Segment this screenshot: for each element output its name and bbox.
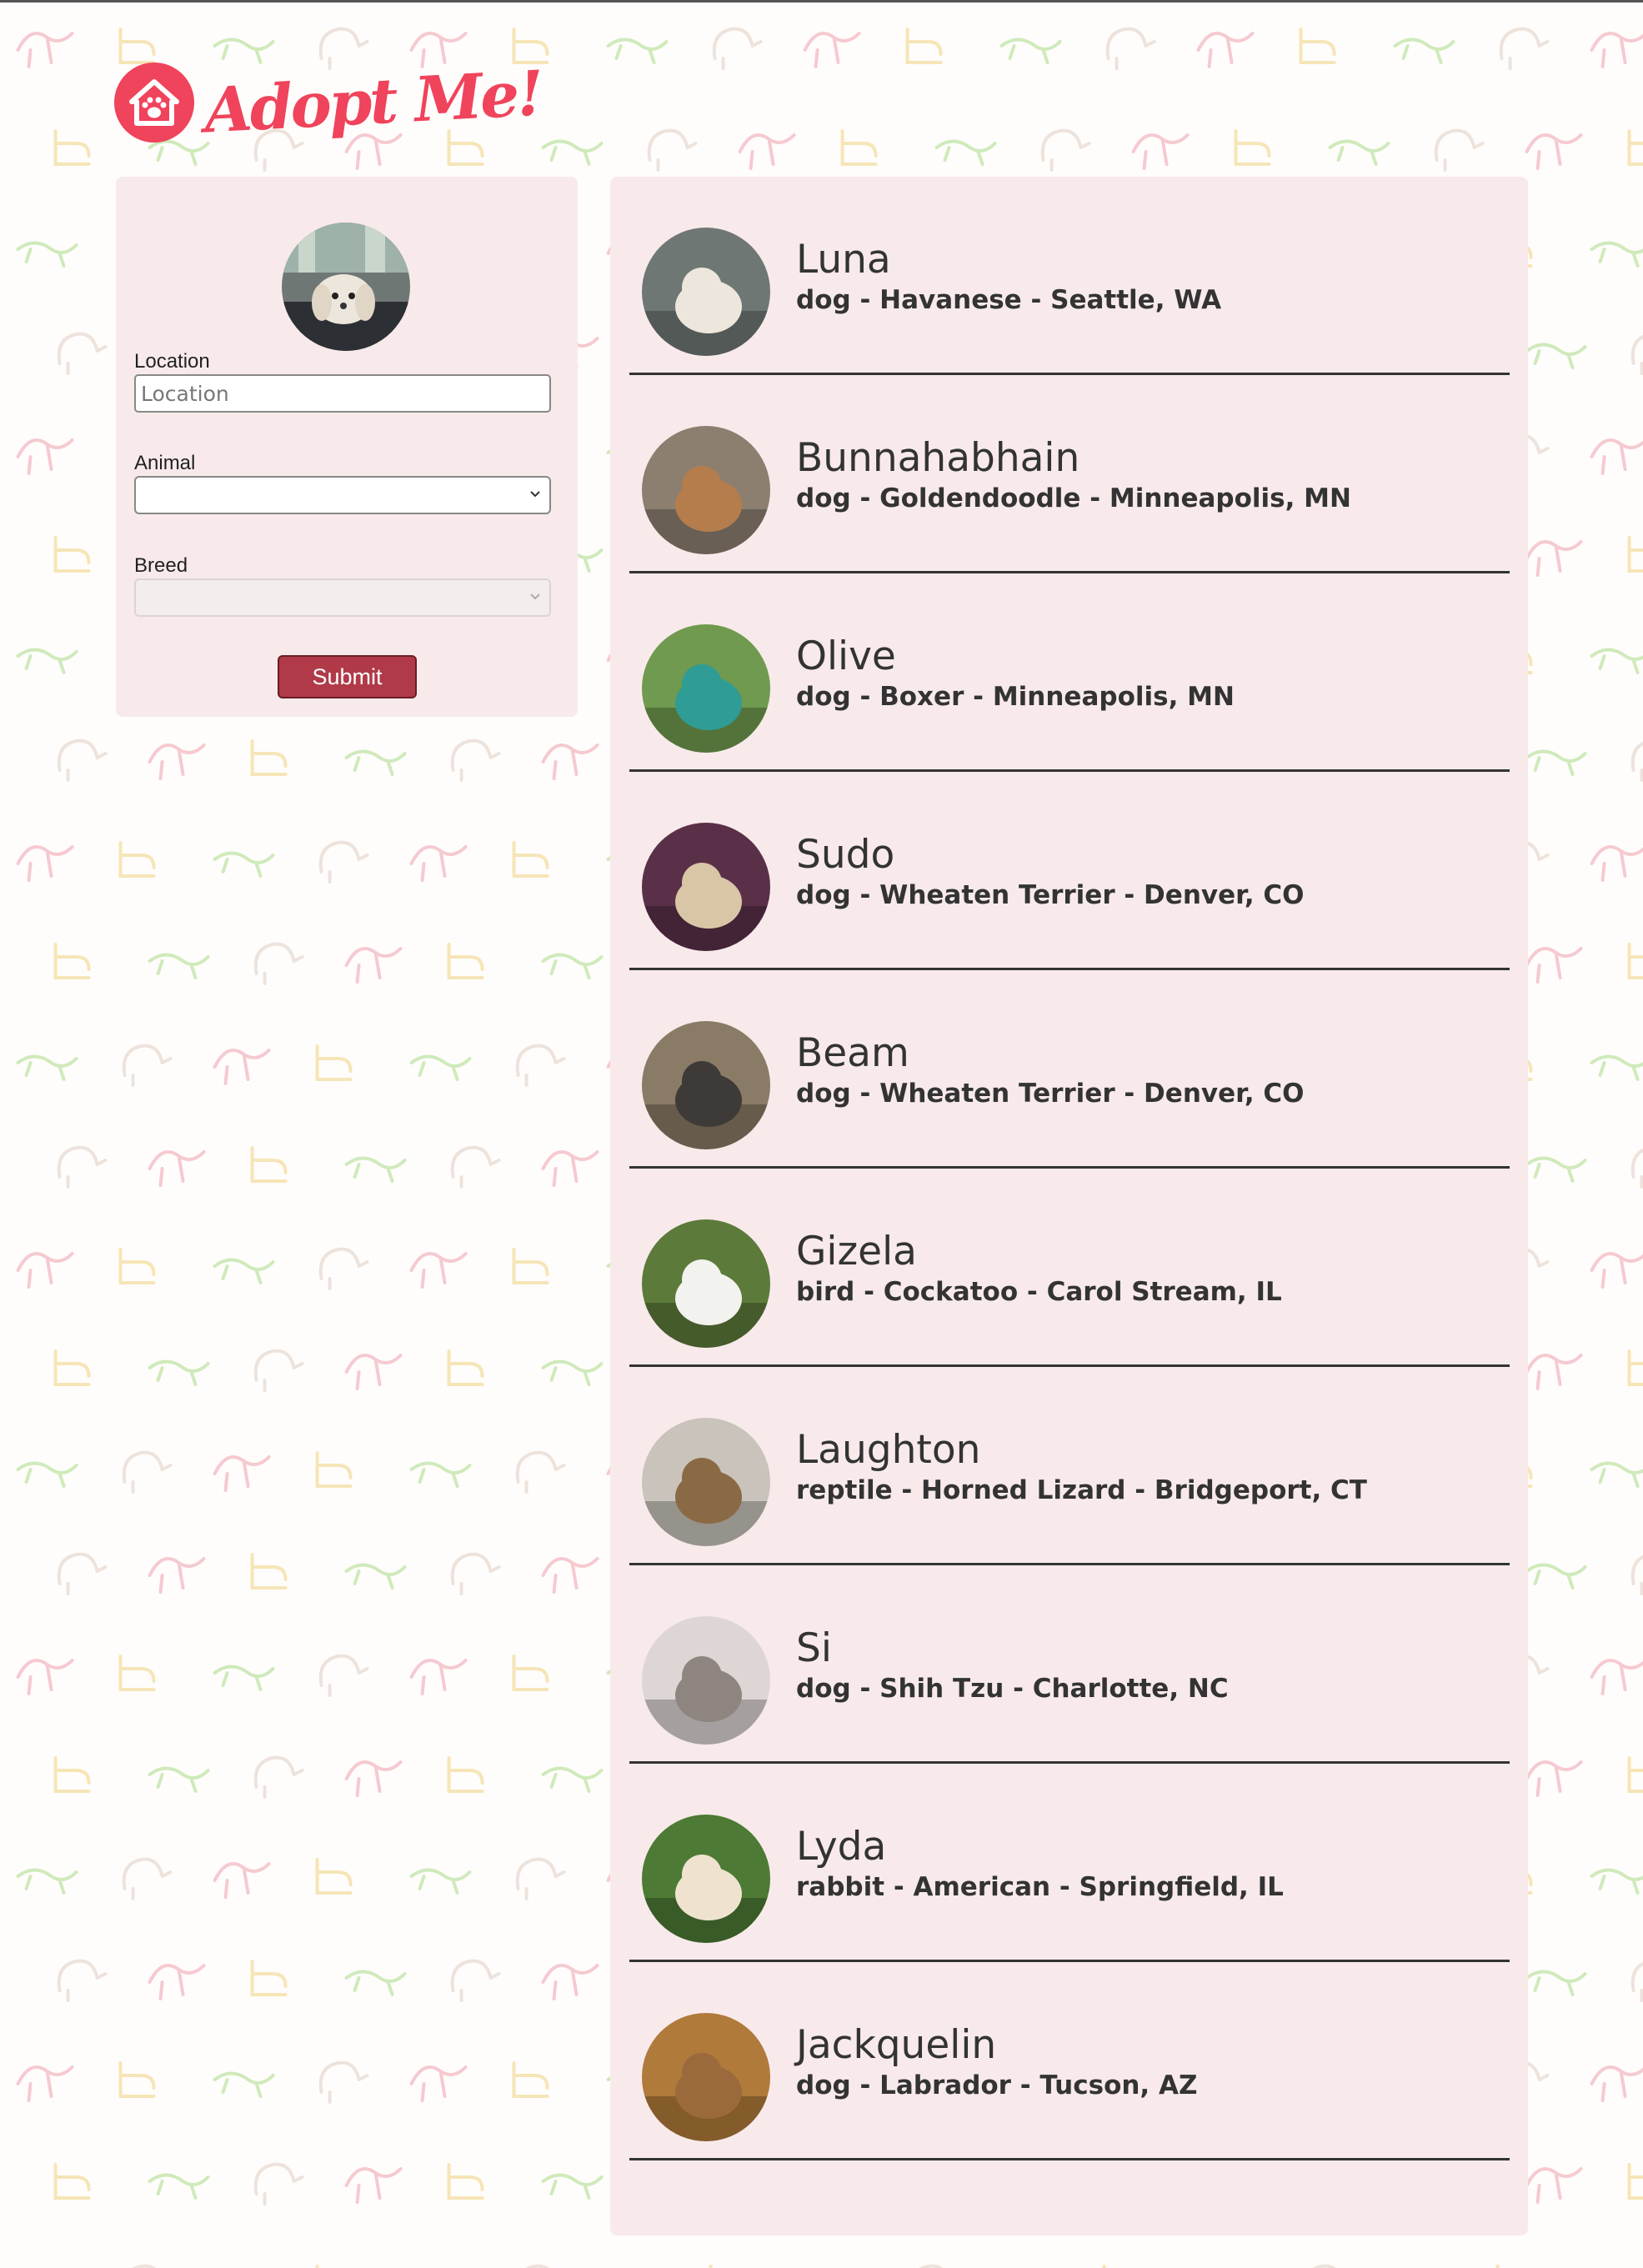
pet-description: rabbit - American - Springfield, IL — [796, 1872, 1284, 1902]
breed-select[interactable] — [134, 578, 551, 617]
pet-photo — [642, 823, 770, 951]
pet-card[interactable]: Si dog - Shih Tzu - Charlotte, NC — [629, 1565, 1510, 1764]
pet-name: Sudo — [796, 832, 895, 878]
chevron-down-icon — [530, 491, 540, 498]
pet-card[interactable]: Beam dog - Wheaten Terrier - Denver, CO — [629, 970, 1510, 1169]
pet-description: dog - Boxer - Minneapolis, MN — [796, 682, 1235, 712]
pet-description: bird - Cockatoo - Carol Stream, IL — [796, 1277, 1282, 1307]
pet-card[interactable]: Laughton reptile - Horned Lizard - Bridge… — [629, 1367, 1510, 1565]
pet-name: Jackquelin — [796, 2022, 997, 2068]
pet-card[interactable]: Bunnahabhain dog - Goldendoodle - Minneap… — [629, 375, 1510, 573]
submit-button[interactable]: Submit — [278, 655, 417, 698]
pet-photo — [642, 426, 770, 554]
pet-card[interactable]: Luna dog - Havanese - Seattle, WA — [629, 177, 1510, 375]
pet-description: dog - Labrador - Tucson, AZ — [796, 2070, 1198, 2100]
pet-results-list: Luna dog - Havanese - Seattle, WA Bunnahab… — [610, 177, 1528, 2235]
location-input[interactable] — [134, 374, 551, 413]
pet-description: dog - Goldendoodle - Minneapolis, MN — [796, 483, 1351, 513]
pet-description: dog - Wheaten Terrier - Denver, CO — [796, 1079, 1305, 1109]
pet-description: dog - Shih Tzu - Charlotte, NC — [796, 1674, 1229, 1704]
pet-name: Laughton — [796, 1427, 981, 1473]
animal-select[interactable] — [134, 476, 551, 514]
pet-photo — [642, 624, 770, 753]
pet-name: Si — [796, 1625, 832, 1671]
chevron-down-icon — [530, 593, 540, 600]
pet-photo — [642, 1418, 770, 1546]
pet-card[interactable]: Gizela bird - Cockatoo - Carol Stream, IL — [629, 1169, 1510, 1367]
pet-name: Luna — [796, 237, 891, 283]
animal-label: Animal — [134, 452, 196, 474]
pet-photo — [642, 1021, 770, 1149]
pet-name: Beam — [796, 1030, 909, 1076]
pet-description: dog - Wheaten Terrier - Denver, CO — [796, 880, 1305, 910]
pet-card[interactable]: Lyda rabbit - American - Springfield, IL — [629, 1764, 1510, 1962]
search-avatar-photo — [282, 223, 410, 351]
pet-card[interactable]: Olive dog - Boxer - Minneapolis, MN — [629, 573, 1510, 772]
pet-description: dog - Havanese - Seattle, WA — [796, 285, 1222, 315]
pet-card[interactable]: Jackquelin dog - Labrador - Tucson, AZ — [629, 1962, 1510, 2160]
pet-name: Olive — [796, 633, 896, 679]
pet-name: Lyda — [796, 1824, 887, 1870]
pet-name: Bunnahabhain — [796, 435, 1080, 481]
site-header: Adopt Me! — [114, 48, 543, 157]
breed-label: Breed — [134, 554, 188, 577]
search-form: Location Animal Breed Submit — [116, 177, 578, 717]
pet-photo — [642, 1815, 770, 1943]
pet-photo — [642, 2013, 770, 2141]
site-title: Adopt Me! — [203, 58, 543, 148]
pet-photo — [642, 1616, 770, 1745]
logo-link[interactable] — [114, 63, 194, 143]
pet-photo — [642, 228, 770, 356]
pet-description: reptile - Horned Lizard - Bridgeport, CT — [796, 1475, 1367, 1505]
pet-card[interactable]: Sudo dog - Wheaten Terrier - Denver, CO — [629, 772, 1510, 970]
pet-photo — [642, 1219, 770, 1348]
location-label: Location — [134, 350, 210, 373]
house-paw-icon — [129, 79, 179, 126]
pet-name: Gizela — [796, 1229, 917, 1274]
